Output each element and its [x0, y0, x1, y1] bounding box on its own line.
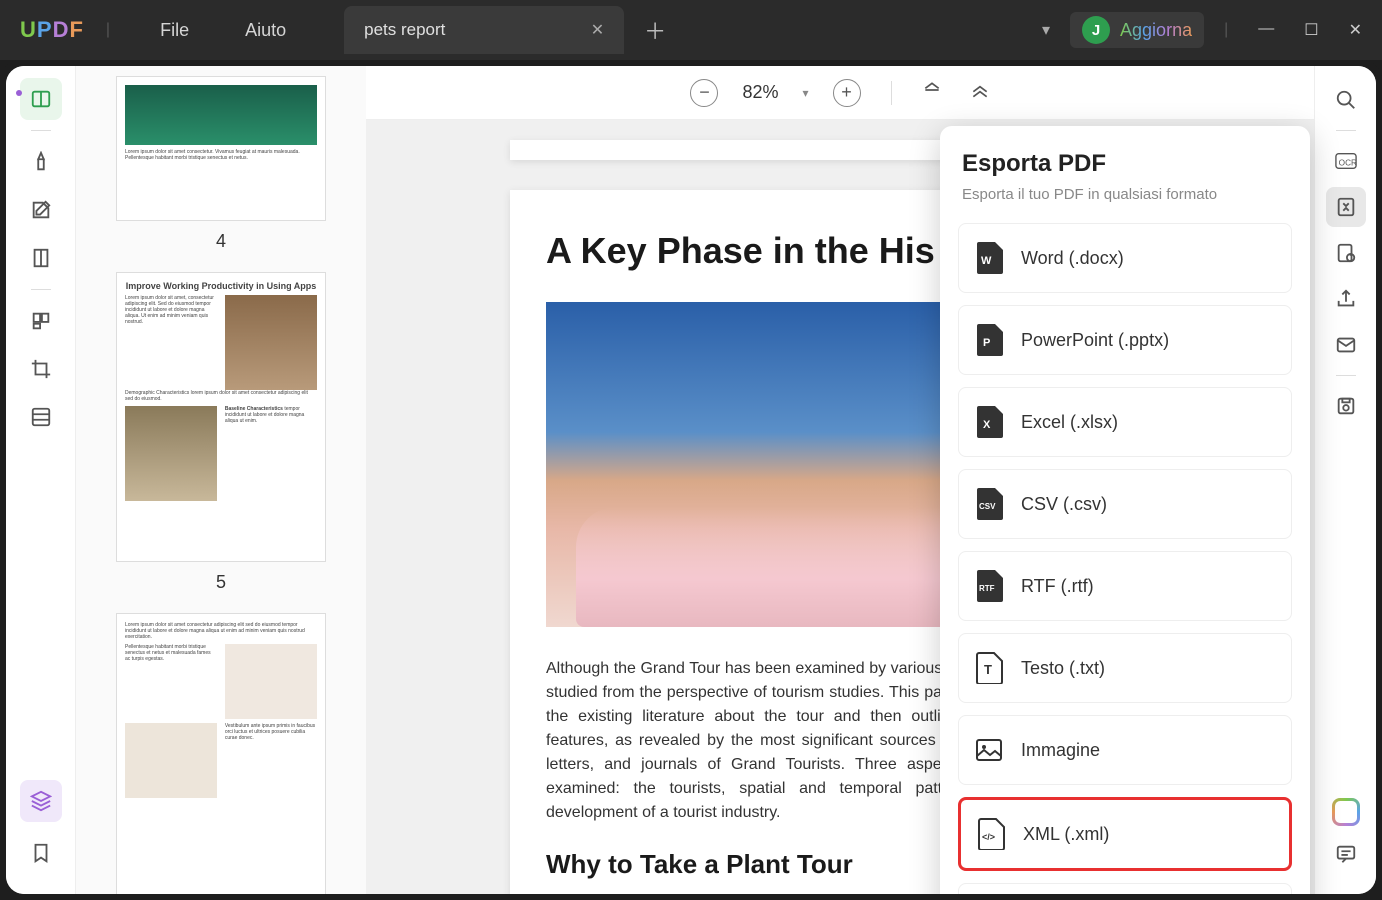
chevron-down-icon[interactable]: ▾ [1042, 20, 1050, 40]
export-label: Testo (.txt) [1021, 658, 1105, 679]
export-excel[interactable]: X Excel (.xlsx) [958, 387, 1292, 457]
word-icon: W [975, 242, 1003, 274]
maximize-button[interactable]: ☐ [1304, 20, 1318, 40]
svg-text:OCR: OCR [1338, 159, 1356, 168]
titlebar: UPDF | File Aiuto pets report ✕ ＋ ▾ J Ag… [0, 0, 1382, 60]
svg-text:X: X [983, 419, 991, 431]
export-icon[interactable] [1326, 187, 1366, 227]
pages-tool[interactable] [20, 237, 62, 279]
document-tab[interactable]: pets report ✕ [344, 6, 624, 54]
edit-tool[interactable] [20, 189, 62, 231]
close-icon[interactable]: ✕ [591, 20, 604, 40]
export-label: RTF (.rtf) [1021, 576, 1094, 597]
window-controls: — ☐ ✕ [1258, 20, 1362, 40]
layers-tool[interactable] [20, 780, 62, 822]
crop-tool[interactable] [20, 348, 62, 390]
email-icon[interactable] [1326, 325, 1366, 365]
export-label: XML (.xml) [1023, 824, 1109, 845]
svg-text:P: P [983, 337, 990, 349]
indicator-dot [16, 90, 22, 96]
ocr-icon[interactable]: OCR [1326, 141, 1366, 181]
zoom-value: 82% [742, 82, 778, 103]
export-panel: Esporta PDF Esporta il tuo PDF in qualsi… [940, 126, 1310, 894]
page-up-button[interactable] [922, 80, 942, 106]
ppt-icon: P [975, 324, 1003, 356]
avatar: J [1082, 16, 1110, 44]
menu-file[interactable]: File [160, 20, 189, 41]
left-toolbar [6, 66, 76, 894]
zoom-dropdown[interactable]: ▾ [803, 86, 809, 100]
thumbnail-4[interactable]: Lorem ipsum dolor sit amet consectetur. … [106, 76, 336, 252]
upgrade-label: Aggiorna [1120, 20, 1192, 41]
export-text[interactable]: T Testo (.txt) [958, 633, 1292, 703]
export-subtitle: Esporta il tuo PDF in qualsiasi formato [958, 186, 1292, 203]
separator: | [106, 21, 110, 39]
export-title: Esporta PDF [958, 150, 1292, 178]
protect-icon[interactable] [1326, 233, 1366, 273]
ai-icon[interactable] [1332, 798, 1360, 826]
right-toolbar: OCR [1314, 66, 1376, 894]
share-icon[interactable] [1326, 279, 1366, 319]
rtf-icon: RTF [975, 570, 1003, 602]
app-logo: UPDF [20, 17, 84, 43]
export-rtf[interactable]: RTF RTF (.rtf) [958, 551, 1292, 621]
user-upgrade-button[interactable]: J Aggiorna [1070, 12, 1204, 48]
menu-help[interactable]: Aiuto [245, 20, 286, 41]
save-icon[interactable] [1326, 386, 1366, 426]
svg-text:W: W [981, 255, 992, 267]
organize-tool[interactable] [20, 300, 62, 342]
separator: | [1224, 21, 1228, 39]
tab-title: pets report [364, 20, 445, 40]
thumbnail-panel: Lorem ipsum dolor sit amet consectetur. … [76, 66, 366, 894]
thumbnail-6[interactable]: Lorem ipsum dolor sit amet consectetur a… [106, 613, 336, 894]
xml-icon: </> [977, 818, 1005, 850]
export-label: Word (.docx) [1021, 248, 1124, 269]
export-image[interactable]: Immagine [958, 715, 1292, 785]
comment-icon[interactable] [1326, 834, 1366, 874]
export-label: Immagine [1021, 740, 1100, 761]
zoom-in-button[interactable]: + [833, 79, 861, 107]
search-icon[interactable] [1326, 80, 1366, 120]
watermark-tool[interactable] [20, 396, 62, 438]
bookmark-tool[interactable] [20, 832, 62, 874]
close-button[interactable]: ✕ [1349, 20, 1362, 40]
svg-text:</>: </> [982, 832, 995, 842]
new-tab-button[interactable]: ＋ [644, 14, 666, 46]
reader-tool[interactable] [20, 78, 62, 120]
minimize-button[interactable]: — [1258, 20, 1274, 40]
document-toolbar: − 82% ▾ + [366, 66, 1314, 120]
export-word[interactable]: W Word (.docx) [958, 223, 1292, 293]
export-label: Excel (.xlsx) [1021, 412, 1118, 433]
svg-text:RTF: RTF [979, 584, 995, 593]
highlight-tool[interactable] [20, 141, 62, 183]
svg-text:T: T [984, 662, 992, 677]
export-html[interactable]: H HTML (.html) [958, 883, 1292, 894]
thumbnail-label: 4 [106, 231, 336, 252]
txt-icon: T [975, 652, 1003, 684]
export-label: PowerPoint (.pptx) [1021, 330, 1169, 351]
export-label: CSV (.csv) [1021, 494, 1107, 515]
export-powerpoint[interactable]: P PowerPoint (.pptx) [958, 305, 1292, 375]
scroll-up-button[interactable] [970, 80, 990, 106]
thumbnail-label: 5 [106, 572, 336, 593]
image-icon [975, 734, 1003, 766]
excel-icon: X [975, 406, 1003, 438]
export-csv[interactable]: CSV CSV (.csv) [958, 469, 1292, 539]
csv-icon: CSV [975, 488, 1003, 520]
export-xml[interactable]: </> XML (.xml) [958, 797, 1292, 871]
thumbnail-5[interactable]: Improve Working Productivity in Using Ap… [106, 272, 336, 593]
svg-text:CSV: CSV [979, 502, 996, 511]
zoom-out-button[interactable]: − [690, 79, 718, 107]
